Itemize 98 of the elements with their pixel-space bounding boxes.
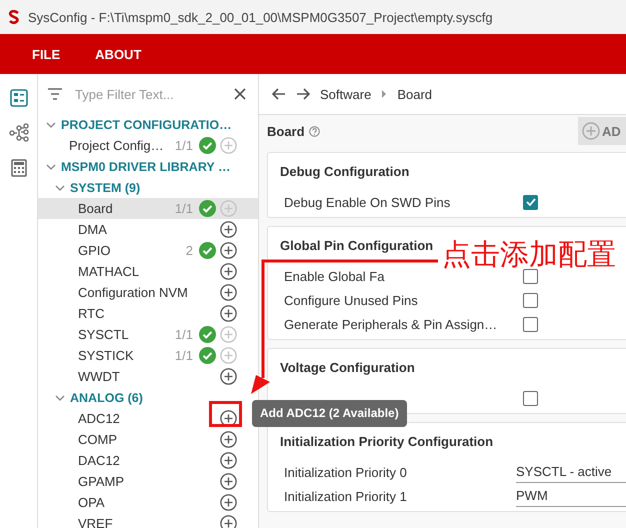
- list-icon: [10, 89, 28, 107]
- setting-label: Initialization Priority 1: [284, 488, 407, 504]
- tree-label: PROJECT CONFIGURATIO…: [61, 118, 232, 132]
- add-icon[interactable]: [220, 284, 237, 301]
- instance-count: 1/1: [174, 138, 193, 153]
- instance-count: 1/1: [174, 201, 193, 216]
- tree-item[interactable]: VREF: [38, 513, 258, 528]
- tooltip: Add ADC12 (2 Available): [252, 400, 407, 427]
- check-icon: [526, 198, 536, 206]
- tree-label: MSPM0 DRIVER LIBRARY …: [61, 160, 230, 174]
- add-icon[interactable]: [220, 431, 237, 448]
- tree-label: Project Config…: [69, 138, 164, 153]
- highlight-box: [209, 401, 242, 427]
- tree-label: SYSTEM (9): [70, 180, 140, 194]
- add-icon[interactable]: [220, 242, 237, 259]
- page-title: Board: [267, 124, 305, 138]
- chevron-icon: [46, 162, 56, 170]
- setting-label: Initialization Priority 0: [284, 464, 407, 480]
- tree-label: WWDT: [78, 369, 120, 384]
- chevron-icon: [55, 394, 65, 402]
- tree-item[interactable]: Board 1/1: [38, 198, 258, 219]
- tree-item[interactable]: GPAMP: [38, 471, 258, 492]
- checkbox[interactable]: [523, 194, 538, 210]
- tree-label: GPIO: [78, 243, 111, 258]
- setting-label: Enable Global Fa: [284, 268, 384, 284]
- tree-item[interactable]: Project Config… 1/1: [38, 135, 258, 156]
- tree-item[interactable]: DAC12: [38, 450, 258, 471]
- checkbox[interactable]: [523, 390, 538, 406]
- breadcrumb-link[interactable]: Board: [397, 86, 432, 102]
- tree-label: GPAMP: [78, 474, 124, 489]
- tree-item[interactable]: RTC: [38, 303, 258, 324]
- tree-label: SYSCTL: [78, 327, 129, 342]
- separator-icon: [381, 90, 388, 98]
- tree-label: OPA: [78, 495, 104, 510]
- forward-icon[interactable]: [296, 88, 310, 100]
- add-icon[interactable]: [220, 368, 237, 385]
- add-icon[interactable]: [220, 221, 237, 238]
- help-icon[interactable]: [308, 126, 320, 136]
- card-title: Initialization Priority Configuration: [280, 433, 494, 451]
- app-logo-icon: [8, 10, 20, 24]
- tree-item[interactable]: OPA: [38, 492, 258, 513]
- clear-icon[interactable]: [234, 88, 246, 100]
- setting-label: Generate Peripherals & Pin Assign…: [284, 316, 498, 332]
- tree-label: COMP: [78, 432, 117, 447]
- tree-item[interactable]: WWDT: [38, 366, 258, 387]
- filter-icon: [47, 88, 63, 100]
- tree-item[interactable]: Configuration NVM: [38, 282, 258, 303]
- add-icon[interactable]: [220, 305, 237, 322]
- add-icon[interactable]: [220, 263, 237, 280]
- card-title: Debug Configuration: [280, 163, 410, 181]
- add-icon: [582, 122, 600, 140]
- tree-label: SYSTICK: [78, 348, 134, 363]
- instance-count: 1/1: [174, 327, 193, 342]
- checkbox[interactable]: [523, 292, 538, 308]
- calculator-icon: [10, 159, 26, 177]
- tree-item[interactable]: SYSTICK 1/1: [38, 345, 258, 366]
- tree-item[interactable]: GPIO 2: [38, 240, 258, 261]
- chevron-icon: [46, 120, 56, 128]
- setting-label: Configure Unused Pins: [284, 292, 418, 308]
- instance-count: 2: [186, 243, 193, 258]
- add-icon[interactable]: [220, 410, 237, 427]
- tree-label: ADC12: [78, 411, 120, 426]
- checkbox[interactable]: [523, 268, 538, 284]
- tree-item[interactable]: SYSCTL 1/1: [38, 324, 258, 345]
- add-icon[interactable]: [220, 473, 237, 490]
- tree-item[interactable]: PROJECT CONFIGURATIO…: [38, 114, 258, 135]
- select-field[interactable]: SYSCTL - active: [516, 461, 626, 483]
- card-title: Global Pin Configuration: [280, 237, 434, 255]
- network-icon: [8, 123, 28, 143]
- window-title: SysConfig - F:\Ti\mspm0_sdk_2_00_01_00\MSPM0G3507_Project\empty.syscfg: [28, 10, 493, 24]
- tree-item[interactable]: DMA: [38, 219, 258, 240]
- setting-label: Debug Enable On SWD Pins: [284, 194, 450, 210]
- select-field[interactable]: PWM: [516, 485, 626, 507]
- tree-item[interactable]: COMP: [38, 429, 258, 450]
- tree-label: ANALOG (6): [70, 390, 143, 404]
- checkbox[interactable]: [523, 316, 538, 332]
- tree-label: Board: [78, 201, 113, 216]
- breadcrumb-link[interactable]: Software: [320, 86, 372, 102]
- tree-label: VREF: [78, 516, 113, 528]
- tree-label: RTC: [78, 306, 104, 321]
- chevron-icon: [55, 184, 65, 192]
- tree-label: Configuration NVM: [78, 285, 188, 300]
- menu-item[interactable]: FILE: [32, 46, 60, 62]
- annotation-text: 点击添加配置: [442, 238, 616, 270]
- tree-label: DMA: [78, 222, 107, 237]
- menu-item[interactable]: ABOUT: [95, 46, 142, 62]
- tree-item[interactable]: MSPM0 DRIVER LIBRARY …: [38, 156, 258, 177]
- instance-count: 1/1: [174, 348, 193, 363]
- add-icon[interactable]: [220, 494, 237, 511]
- filter-field[interactable]: Type Filter Text...: [73, 86, 224, 102]
- tree-item[interactable]: MATHACL: [38, 261, 258, 282]
- add-icon[interactable]: [220, 452, 237, 469]
- tree-item[interactable]: SYSTEM (9): [38, 177, 258, 198]
- tree-label: MATHACL: [78, 264, 140, 279]
- tree-label: DAC12: [78, 453, 120, 468]
- back-icon[interactable]: [272, 88, 286, 100]
- add-icon[interactable]: [220, 515, 237, 528]
- card-title: Voltage Configuration: [280, 359, 415, 377]
